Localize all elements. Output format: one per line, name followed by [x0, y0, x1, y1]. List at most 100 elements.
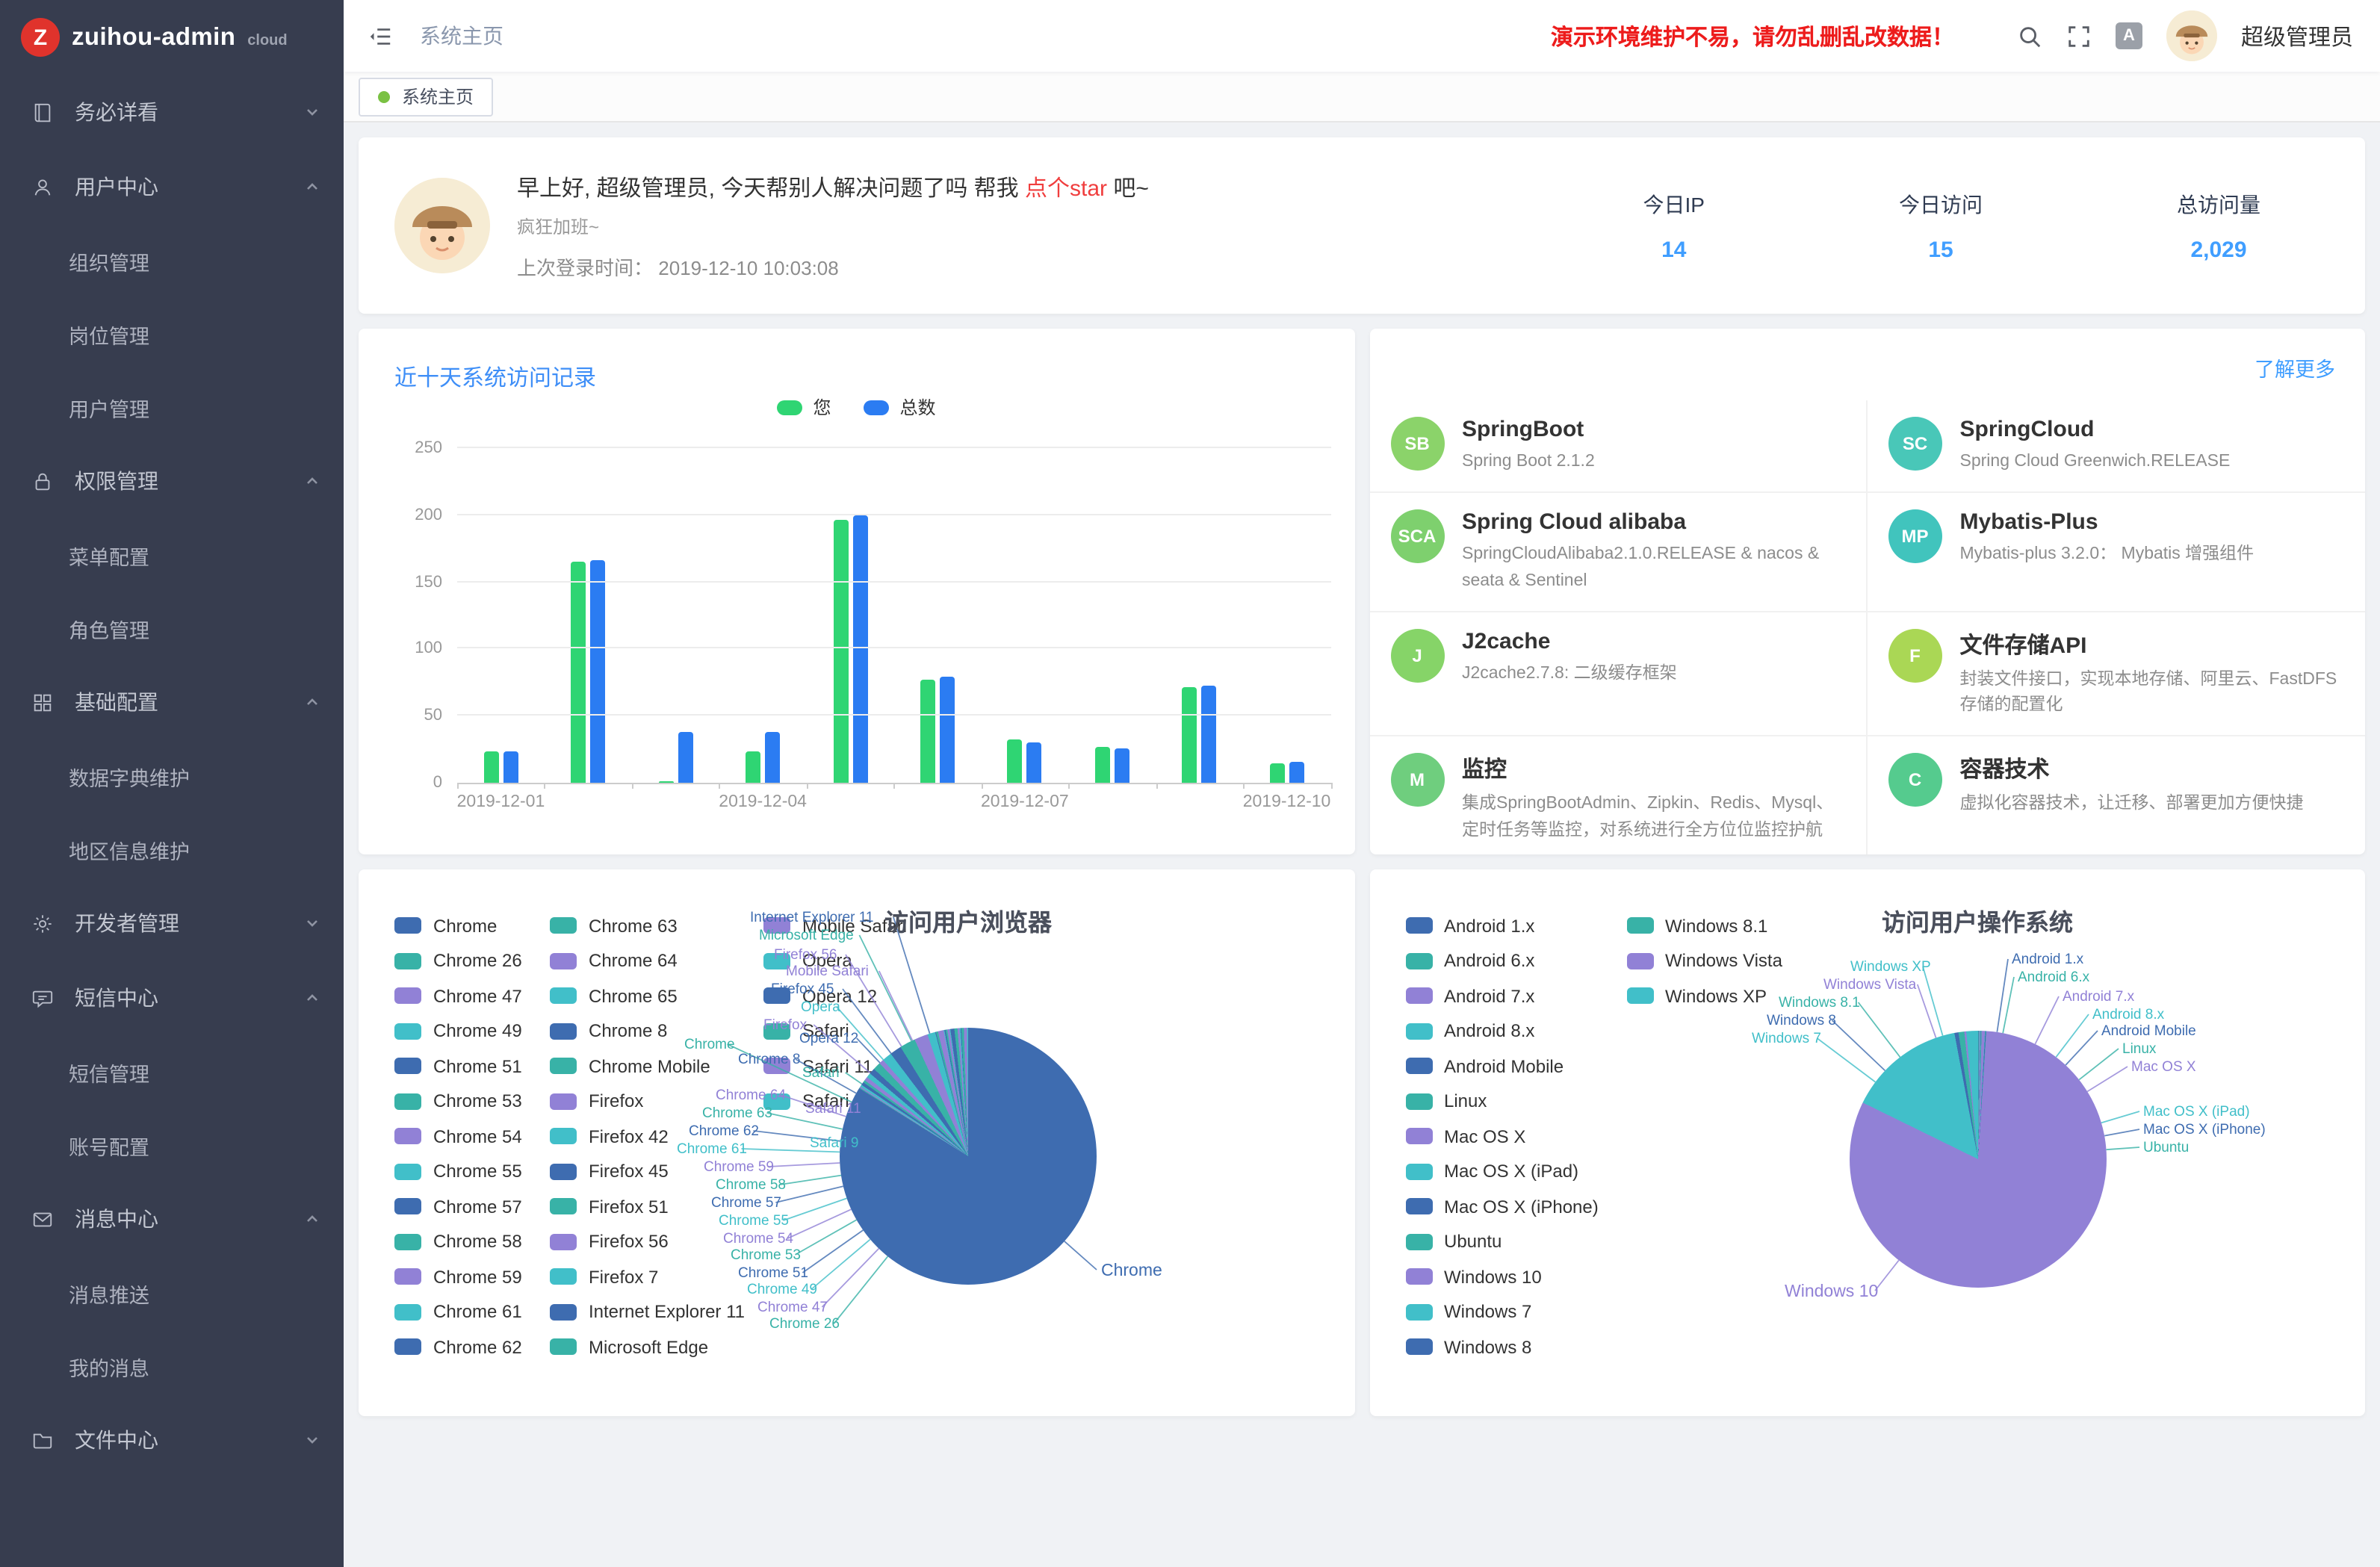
legend-item[interactable]: Firefox 56 — [550, 1224, 745, 1259]
sidebar-subitem[interactable]: 用户管理 — [0, 370, 344, 444]
sidebar-item[interactable]: 权限管理 — [0, 444, 344, 518]
legend-column: Windows 8.1Windows VistaWindows XP — [1626, 908, 1782, 1014]
legend-item[interactable]: Chrome 26 — [394, 943, 522, 978]
sidebar-item[interactable]: 文件中心 — [0, 1403, 344, 1477]
page-content: 早上好, 超级管理员, 今天帮别人解决问题了吗 帮我 点个star 吧~ 疯狂加… — [344, 122, 2380, 1567]
sidebar-subitem[interactable]: 菜单配置 — [0, 518, 344, 592]
sidebar-subitem[interactable]: 角色管理 — [0, 592, 344, 665]
sidebar-item[interactable]: 用户中心 — [0, 149, 344, 224]
legend-item[interactable]: Chrome — [394, 908, 522, 943]
star-link[interactable]: 点个star — [1025, 176, 1107, 201]
pie-callout: Chrome 63 — [702, 1105, 772, 1122]
legend-item[interactable]: Android 6.x — [1405, 943, 1599, 978]
pies-row: 访问用户浏览器ChromeChrome 26Chrome 47Chrome 49… — [359, 869, 2365, 1416]
tech-title: 容器技术 — [1960, 754, 2304, 785]
legend-label: 您 — [813, 394, 831, 420]
greeting-prefix: 早上好, 超级管理员, 今天帮别人解决问题了吗 帮我 — [517, 176, 1025, 201]
tech-title: SpringBoot — [1462, 417, 1595, 442]
collapse-menu-icon[interactable] — [368, 23, 393, 49]
sidebar-menu: 务必详看用户中心组织管理岗位管理用户管理权限管理菜单配置角色管理基础配置数据字典… — [0, 75, 344, 1477]
legend-item[interactable]: 您 — [777, 394, 831, 420]
sidebar-item[interactable]: 短信中心 — [0, 961, 344, 1035]
legend-item[interactable]: Chrome 53 — [394, 1084, 522, 1119]
legend-item[interactable]: Chrome 61 — [394, 1294, 522, 1329]
stat-value: 2,029 — [2177, 237, 2260, 262]
sidebar-item[interactable]: 消息中心 — [0, 1182, 344, 1256]
legend-item[interactable]: Chrome 49 — [394, 1014, 522, 1049]
sidebar-subitem[interactable]: 组织管理 — [0, 224, 344, 297]
sidebar-item-label: 务必详看 — [75, 97, 305, 127]
sidebar-item[interactable]: 开发者管理 — [0, 886, 344, 961]
legend-item[interactable]: Chrome 58 — [394, 1224, 522, 1259]
legend-item[interactable]: Windows 8.1 — [1626, 908, 1782, 943]
legend-item[interactable]: Android Mobile — [1405, 1049, 1599, 1084]
legend-item[interactable]: 总数 — [864, 394, 936, 420]
sidebar-subitem[interactable]: 账号配置 — [0, 1108, 344, 1182]
legend-item[interactable]: Windows XP — [1626, 978, 1782, 1014]
font-size-icon[interactable]: A — [2116, 22, 2142, 49]
sidebar-subitem[interactable]: 短信管理 — [0, 1035, 344, 1108]
legend-item[interactable]: Chrome 64 — [550, 943, 745, 978]
legend-item[interactable]: Chrome 63 — [550, 908, 745, 943]
legend-item[interactable]: Windows Vista — [1626, 943, 1782, 978]
tab-system-home[interactable]: 系统主页 — [359, 77, 493, 116]
breadcrumb[interactable]: 系统主页 — [420, 21, 503, 51]
legend-item[interactable]: Windows 7 — [1405, 1294, 1599, 1329]
gridline — [457, 648, 1330, 649]
legend-item[interactable]: Mac OS X (iPhone) — [1405, 1189, 1599, 1224]
legend-item[interactable]: Chrome 51 — [394, 1049, 522, 1084]
legend-item[interactable]: Firefox 7 — [550, 1259, 745, 1294]
gridline — [457, 714, 1330, 716]
tech-badge: SB — [1390, 417, 1444, 471]
sidebar-item[interactable]: 基础配置 — [0, 665, 344, 739]
legend-item[interactable]: Chrome 54 — [394, 1119, 522, 1154]
learn-more-link[interactable]: 了解更多 — [2255, 353, 2335, 382]
legend-item[interactable]: Android 1.x — [1405, 908, 1599, 943]
legend-label: Android 7.x — [1444, 986, 1534, 1007]
sidebar-subitem[interactable]: 地区信息维护 — [0, 813, 344, 886]
legend-label: Chrome 57 — [433, 1197, 522, 1217]
pie-callout: Chrome 53 — [731, 1247, 801, 1264]
sidebar-subitem[interactable]: 数据字典维护 — [0, 739, 344, 813]
legend-item[interactable]: Windows 8 — [1405, 1329, 1599, 1365]
legend-item[interactable]: Android 8.x — [1405, 1014, 1599, 1049]
legend-item[interactable]: Windows 10 — [1405, 1259, 1599, 1294]
username[interactable]: 超级管理员 — [2241, 20, 2353, 52]
legend-item[interactable]: Chrome 59 — [394, 1259, 522, 1294]
legend-item[interactable]: Chrome Mobile — [550, 1049, 745, 1084]
legend-label: Chrome 55 — [433, 1161, 522, 1182]
legend-item[interactable]: Chrome 55 — [394, 1154, 522, 1189]
legend-swatch — [550, 1199, 577, 1215]
tech-title: 文件存储API — [1960, 629, 2339, 660]
legend-item[interactable]: Android 7.x — [1405, 978, 1599, 1014]
legend-label: Chrome 49 — [433, 1021, 522, 1042]
legend-item[interactable]: Mac OS X (iPad) — [1405, 1154, 1599, 1189]
pie-callout: Safari — [802, 1065, 840, 1082]
notice-text: 演示环境维护不易，请勿乱删乱改数据！ — [1551, 20, 1954, 52]
stat-item: 今日IP14 — [1643, 189, 1705, 262]
legend-item[interactable]: Chrome 47 — [394, 978, 522, 1014]
legend-label: Windows 10 — [1444, 1267, 1542, 1288]
legend-item[interactable]: Chrome 62 — [394, 1329, 522, 1365]
pie-callout: Android 8.x — [2092, 1007, 2164, 1023]
legend-item[interactable]: Chrome 57 — [394, 1189, 522, 1224]
user-avatar[interactable] — [2166, 10, 2217, 61]
sidebar-item[interactable]: 务必详看 — [0, 75, 344, 149]
legend-item[interactable]: Microsoft Edge — [550, 1329, 745, 1365]
sidebar-subitem[interactable]: 我的消息 — [0, 1329, 344, 1403]
legend-swatch — [394, 1164, 421, 1180]
legend-label: Firefox 45 — [589, 1161, 669, 1182]
search-icon[interactable] — [2017, 23, 2042, 49]
fullscreen-icon[interactable] — [2066, 23, 2092, 49]
book-icon — [30, 100, 54, 124]
legend-item[interactable]: Mac OS X — [1405, 1119, 1599, 1154]
sidebar-subitem[interactable]: 消息推送 — [0, 1256, 344, 1329]
stats: 今日IP14今日访问15总访问量2,029 — [1643, 189, 2260, 262]
sidebar-subitem[interactable]: 岗位管理 — [0, 297, 344, 370]
legend-item[interactable]: Internet Explorer 11 — [550, 1294, 745, 1329]
pie-callout: Chrome 49 — [747, 1282, 817, 1298]
legend-item[interactable]: Ubuntu — [1405, 1224, 1599, 1259]
legend-item[interactable]: Chrome 65 — [550, 978, 745, 1014]
tab-label: 系统主页 — [402, 84, 474, 109]
legend-item[interactable]: Linux — [1405, 1084, 1599, 1119]
